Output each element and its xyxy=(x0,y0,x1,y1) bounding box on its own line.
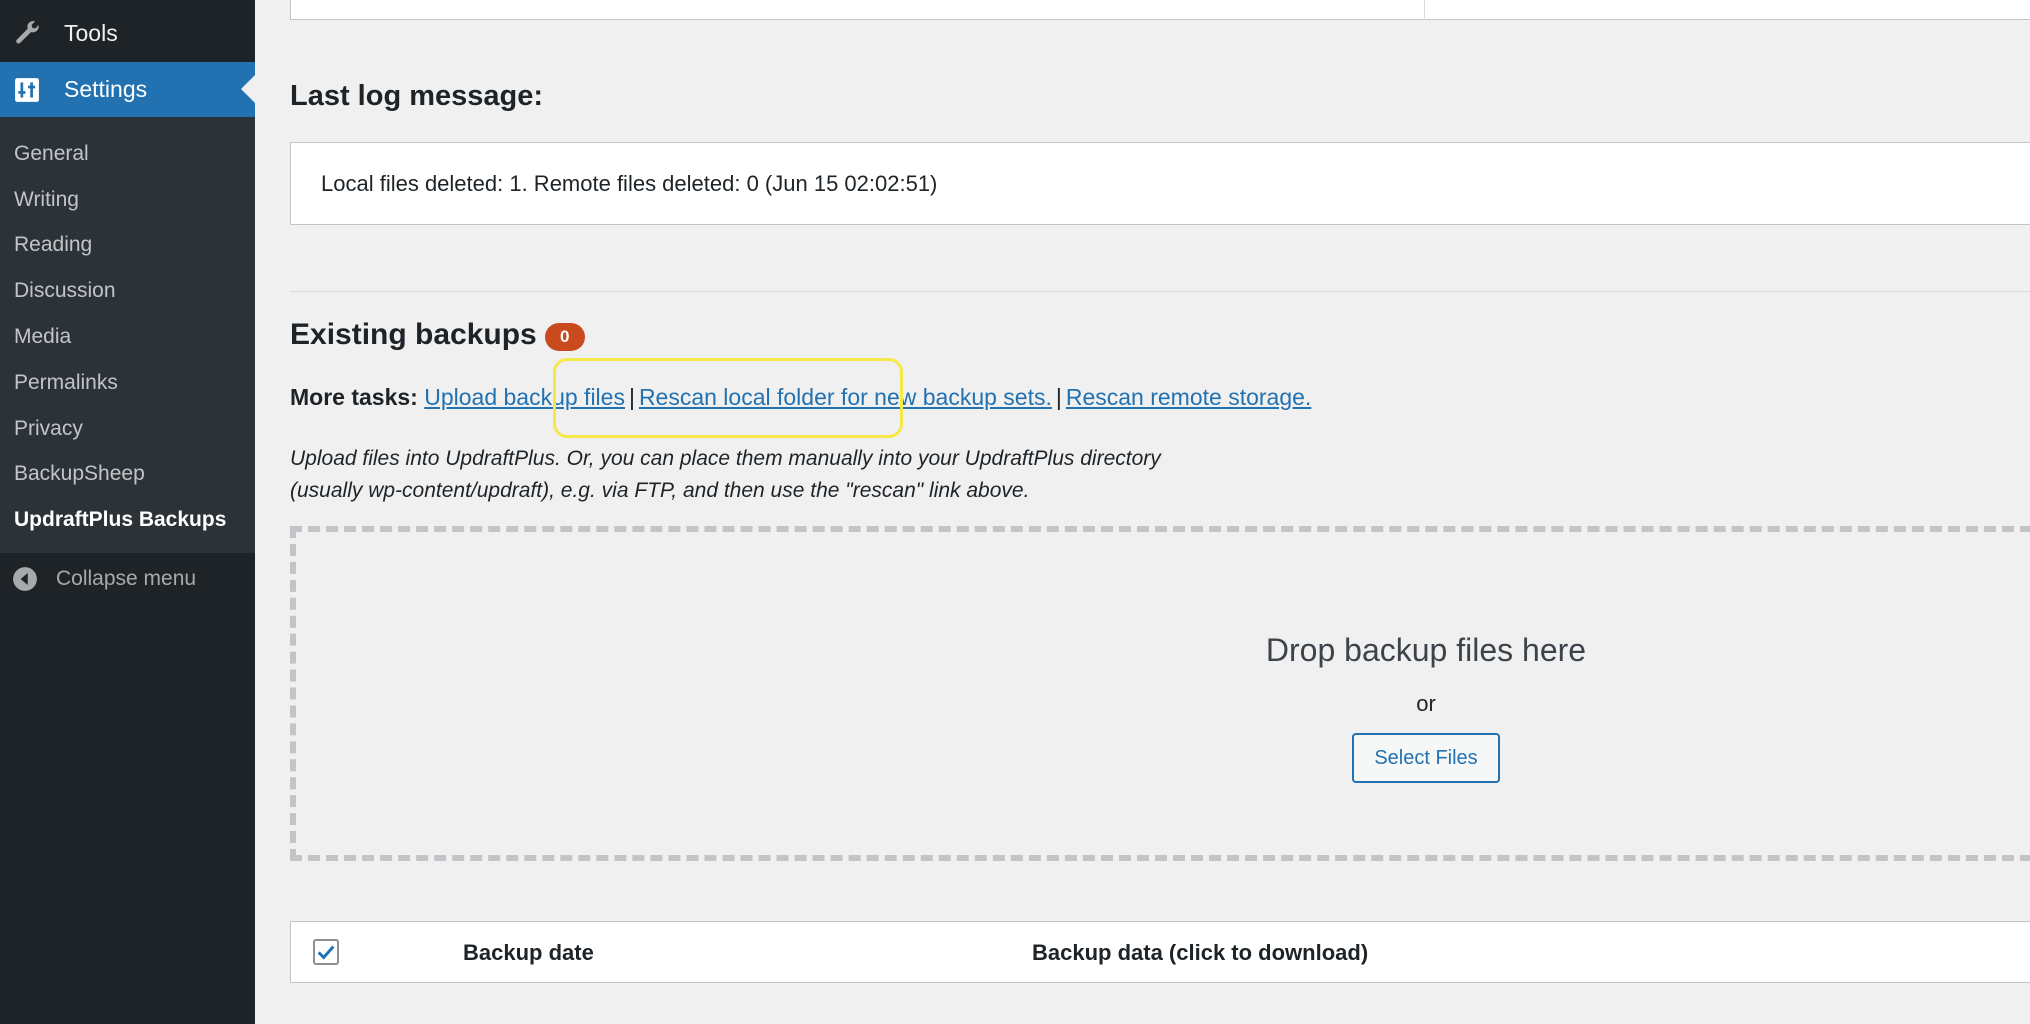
menu-item-settings[interactable]: Settings xyxy=(0,62,255,117)
submenu-item-discussion[interactable]: Discussion xyxy=(0,268,255,314)
collapse-menu-label: Collapse menu xyxy=(56,567,197,590)
backup-count-badge: 0 xyxy=(544,323,585,351)
submenu-item-updraftplus-backups[interactable]: UpdraftPlus Backups xyxy=(0,497,255,543)
highlight-annotation xyxy=(553,358,903,438)
last-log-heading: Last log message: xyxy=(290,80,544,112)
submenu-item-media[interactable]: Media xyxy=(0,314,255,360)
submenu-item-permalinks[interactable]: Permalinks xyxy=(0,360,255,406)
section-divider xyxy=(290,291,2030,292)
last-log-message-box: Local files deleted: 1. Remote files del… xyxy=(290,142,2030,225)
wrench-icon xyxy=(12,18,42,48)
column-backup-data[interactable]: Backup data (click to download) xyxy=(1032,940,1368,966)
backups-table-header: Backup date Backup data (click to downlo… xyxy=(290,921,2030,983)
upload-note: Upload files into UpdraftPlus. Or, you c… xyxy=(290,443,1390,507)
submenu-item-writing[interactable]: Writing xyxy=(0,177,255,223)
main-content: Last log message: Local files deleted: 1… xyxy=(255,0,2030,1024)
link-separator: | xyxy=(1055,384,1062,410)
submenu-item-backupsheep[interactable]: BackupSheep xyxy=(0,452,255,498)
menu-item-settings-label: Settings xyxy=(64,76,148,102)
submenu-item-privacy[interactable]: Privacy xyxy=(0,406,255,452)
select-all-checkbox[interactable] xyxy=(313,939,339,965)
existing-backups-heading: Existing backups 0 xyxy=(290,318,585,352)
upload-note-line-2: (usually wp-content/updraft), e.g. via F… xyxy=(290,479,1030,502)
settings-sliders-icon xyxy=(12,75,42,105)
dropzone-or: or xyxy=(1416,691,1436,716)
admin-sidebar: Tools Settings General Writing Reading D… xyxy=(0,0,255,1024)
existing-backups-title: Existing backups xyxy=(290,318,537,351)
menu-item-tools-label: Tools xyxy=(64,19,118,46)
collapse-arrow-icon xyxy=(12,566,38,592)
select-files-button[interactable]: Select Files xyxy=(1352,733,1500,783)
rescan-remote-storage-link[interactable]: Rescan remote storage. xyxy=(1066,384,1311,410)
more-tasks-label: More tasks: xyxy=(290,384,418,410)
settings-submenu: General Writing Reading Discussion Media… xyxy=(0,117,255,553)
dropzone-content: Drop backup files here or Select Files xyxy=(1256,632,1596,783)
last-log-message: Local files deleted: 1. Remote files del… xyxy=(321,170,938,196)
backup-dropzone[interactable]: Drop backup files here or Select Files xyxy=(290,526,2030,861)
column-divider xyxy=(1424,0,1425,20)
menu-item-tools[interactable]: Tools xyxy=(0,0,255,66)
column-backup-date[interactable]: Backup date xyxy=(463,940,594,966)
checkmark-icon xyxy=(317,945,335,960)
upload-note-line-1: Upload files into UpdraftPlus. Or, you c… xyxy=(290,447,1161,470)
submenu-item-general[interactable]: General xyxy=(0,131,255,177)
current-menu-arrow xyxy=(241,75,255,103)
dropzone-title: Drop backup files here xyxy=(1265,632,1587,668)
previous-section-box xyxy=(290,0,2030,20)
collapse-menu-button[interactable]: Collapse menu xyxy=(0,560,255,598)
submenu-item-reading[interactable]: Reading xyxy=(0,223,255,269)
